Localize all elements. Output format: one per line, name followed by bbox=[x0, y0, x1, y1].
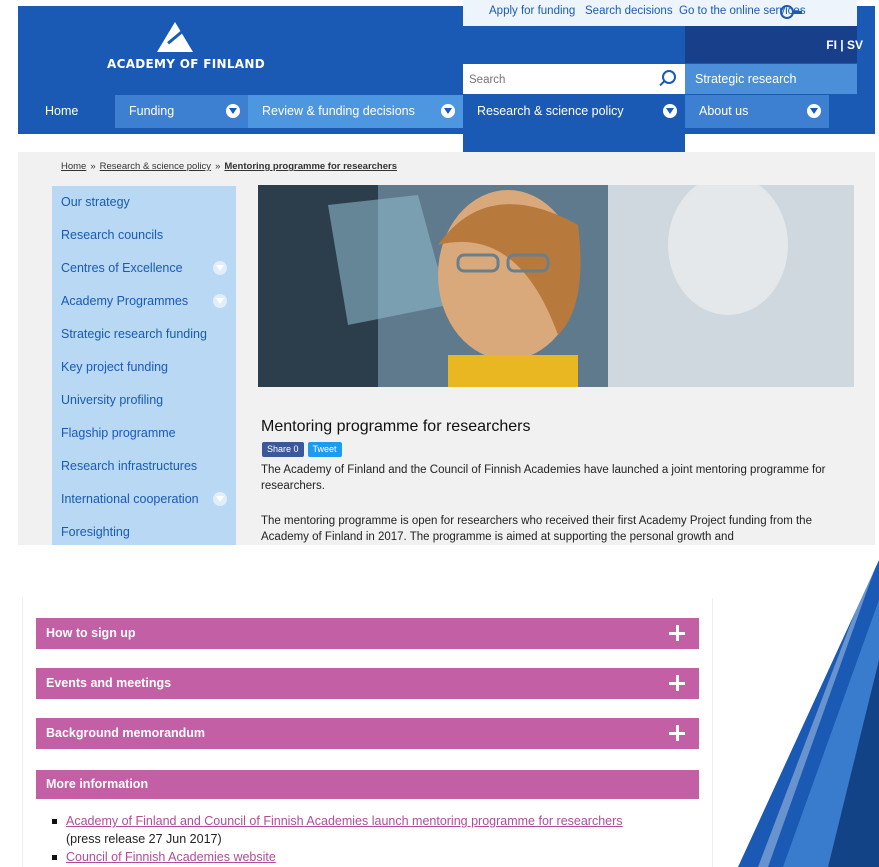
article-paragraph-1: The Academy of Finland and the Council o… bbox=[261, 464, 826, 492]
plus-icon[interactable] bbox=[669, 725, 685, 741]
list-item: Academy of Finland and Council of Finnis… bbox=[50, 812, 710, 848]
list-item: Council of Finnish Academies website bbox=[50, 848, 710, 866]
search-input[interactable] bbox=[467, 69, 651, 91]
plus-icon[interactable] bbox=[669, 675, 685, 691]
sidebar-item-our-strategy[interactable]: Our strategy bbox=[52, 186, 236, 219]
article-paragraph-2: The mentoring programme is open for rese… bbox=[261, 515, 812, 543]
nav-label: About us bbox=[699, 104, 749, 118]
breadcrumb-current[interactable]: Mentoring programme for researchers bbox=[224, 161, 397, 172]
search-icon[interactable] bbox=[662, 70, 676, 84]
sidebar: Our strategy Research councils Centres o… bbox=[52, 186, 236, 545]
press-release-link[interactable]: Academy of Finland and Council of Finnis… bbox=[66, 814, 623, 828]
hero-image bbox=[258, 185, 854, 387]
chevron-down-icon[interactable] bbox=[213, 294, 227, 308]
accordion-how-to-sign-up[interactable]: How to sign up bbox=[36, 618, 699, 649]
decorative-stripes bbox=[738, 560, 879, 867]
search-decisions-link[interactable]: Search decisions bbox=[585, 5, 673, 17]
nav-label: Review & funding decisions bbox=[262, 104, 415, 118]
nav-funding[interactable]: Funding bbox=[115, 95, 248, 128]
sidebar-item-flagship-programme[interactable]: Flagship programme bbox=[52, 417, 236, 450]
facebook-share-button[interactable]: Share 0 bbox=[262, 442, 304, 457]
plus-icon[interactable] bbox=[669, 625, 685, 641]
nav-about-us[interactable]: About us bbox=[685, 95, 829, 128]
sidebar-item-key-project-funding[interactable]: Key project funding bbox=[52, 351, 236, 384]
chevron-down-icon[interactable] bbox=[663, 104, 677, 118]
nav-home[interactable]: Home bbox=[31, 95, 115, 128]
chevron-down-icon[interactable] bbox=[226, 104, 240, 118]
sidebar-item-academy-programmes[interactable]: Academy Programmes bbox=[52, 285, 236, 318]
share-buttons: Share 0 Tweet bbox=[262, 442, 342, 457]
breadcrumb: Home» Research & science policy» Mentoring… bbox=[61, 161, 397, 172]
logo[interactable]: ACADEMY OF FINLAND bbox=[49, 6, 294, 101]
nav-active-indicator bbox=[463, 128, 685, 152]
nav-review-funding-decisions[interactable]: Review & funding decisions bbox=[248, 95, 463, 128]
breadcrumb-home[interactable]: Home bbox=[61, 161, 86, 172]
sidebar-item-centres-of-excellence[interactable]: Centres of Excellence bbox=[52, 252, 236, 285]
sidebar-item-research-councils[interactable]: Research councils bbox=[52, 219, 236, 252]
accordion-events-meetings[interactable]: Events and meetings bbox=[36, 668, 699, 699]
sidebar-item-research-infrastructures[interactable]: Research infrastructures bbox=[52, 450, 236, 483]
language-switch[interactable]: FI | SV bbox=[826, 38, 863, 52]
press-release-note: (press release 27 Jun 2017) bbox=[66, 832, 222, 846]
chevron-down-icon[interactable] bbox=[807, 104, 821, 118]
apply-funding-link[interactable]: Apply for funding bbox=[489, 5, 575, 17]
chevron-down-icon[interactable] bbox=[213, 492, 227, 506]
breadcrumb-research-policy[interactable]: Research & science policy bbox=[100, 161, 211, 172]
sidebar-item-university-profiling[interactable]: University profiling bbox=[52, 384, 236, 417]
accordion-background-memorandum[interactable]: Background memorandum bbox=[36, 718, 699, 749]
sidebar-item-international-cooperation[interactable]: International cooperation bbox=[52, 483, 236, 516]
chevron-down-icon[interactable] bbox=[441, 104, 455, 118]
more-information-heading: More information bbox=[36, 770, 699, 799]
tweet-button[interactable]: Tweet bbox=[307, 442, 342, 457]
nav-label: Funding bbox=[129, 104, 175, 118]
main-nav: Home Funding Review & funding decisions … bbox=[31, 95, 857, 128]
page-top-section: ACADEMY OF FINLAND Apply for funding Sea… bbox=[0, 0, 879, 545]
nav-label: Home bbox=[45, 104, 79, 118]
search-box bbox=[463, 64, 685, 94]
logo-text: ACADEMY OF FINLAND bbox=[107, 57, 265, 71]
nav-research-science-policy[interactable]: Research & science policy bbox=[463, 95, 685, 128]
hero-photo bbox=[258, 185, 854, 387]
nav-label: Research & science policy bbox=[477, 104, 624, 118]
page-title: Mentoring programme for researchers bbox=[261, 418, 531, 435]
chevron-down-icon[interactable] bbox=[213, 261, 227, 275]
more-information-list: Academy of Finland and Council of Finnis… bbox=[50, 812, 710, 866]
sidebar-item-strategic-research-funding[interactable]: Strategic research funding bbox=[52, 318, 236, 351]
strategic-research-link[interactable]: Strategic research bbox=[685, 64, 857, 94]
council-website-link[interactable]: Council of Finnish Academies website bbox=[66, 850, 276, 864]
